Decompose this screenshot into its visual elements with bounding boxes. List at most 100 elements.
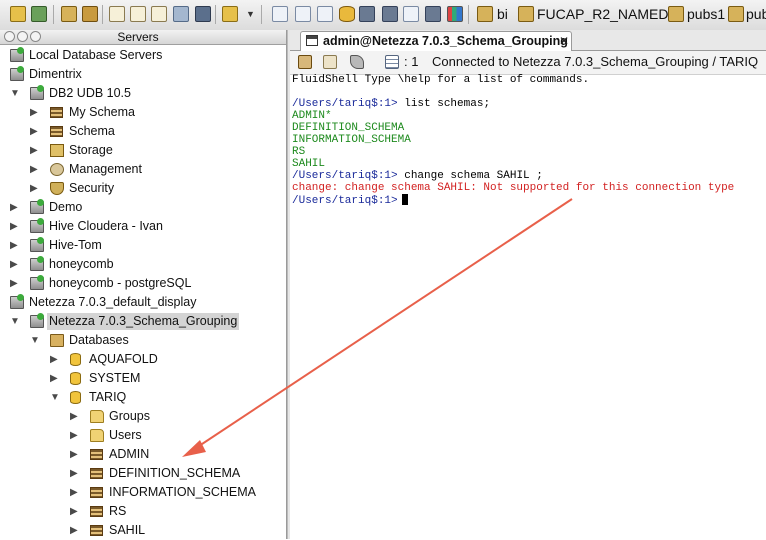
tree-row[interactable]: ▶ RS (0, 502, 286, 521)
console-text: ADMIN* (292, 110, 332, 122)
tree-row[interactable]: ▶ Management (0, 160, 286, 179)
query-builder-icon[interactable] (130, 6, 146, 22)
tree-row[interactable]: ▶ My Schema (0, 103, 286, 122)
expand-arrow-icon[interactable]: ▶ (10, 255, 18, 274)
copy-icon[interactable] (323, 55, 337, 69)
expand-arrow-icon[interactable]: ▶ (70, 502, 78, 521)
tree-row[interactable]: Dimentrix (0, 65, 286, 84)
expand-arrow-icon[interactable]: ▶ (50, 369, 58, 388)
tree-row[interactable]: Local Database Servers (0, 46, 286, 65)
database-icon[interactable] (339, 6, 355, 22)
fluidshell-console[interactable]: FluidShell Type \help for a list of comm… (290, 74, 766, 539)
tree-row[interactable]: ▶ AQUAFOLD (0, 350, 286, 369)
shell-toolbar: : 1 Connected to Netezza 7.0.3_Schema_Gr… (290, 51, 766, 75)
tree-row[interactable]: ▼ DB2 UDB 10.5 (0, 84, 286, 103)
expand-arrow-icon[interactable]: ▶ (10, 236, 18, 255)
tree-row[interactable]: ▶ Users (0, 426, 286, 445)
schema-compare-icon[interactable] (82, 6, 98, 22)
tree-row[interactable]: ▼ TARIQ (0, 388, 286, 407)
table-data-editor-icon[interactable] (151, 6, 167, 22)
collapse-arrow-icon[interactable]: ▼ (50, 388, 60, 407)
tree-item-label: Storage (69, 143, 113, 157)
connection-fucap-label[interactable]: FUCAP_R2_NAMED (537, 6, 668, 22)
tree-row[interactable]: ▶ SAHIL (0, 521, 286, 540)
shell-count: : 1 (404, 54, 419, 69)
server-icon (30, 85, 44, 100)
expand-arrow-icon[interactable]: ▶ (70, 483, 78, 502)
form-icon[interactable] (403, 6, 419, 22)
console-text: RS (292, 146, 306, 158)
tree-row[interactable]: Netezza 7.0.3_default_display (0, 293, 286, 312)
connection-bi-label[interactable]: bi (497, 6, 508, 22)
file-icon[interactable] (222, 6, 238, 22)
gear-icon (50, 163, 64, 176)
console-line: SAHIL (292, 158, 325, 170)
tree-row[interactable]: ▼ Databases (0, 331, 286, 350)
expand-arrow-icon[interactable]: ▶ (10, 217, 18, 236)
close-tab-button[interactable]: ✕ (559, 32, 569, 51)
grid-view-icon[interactable] (359, 6, 375, 22)
connection-pub-icon[interactable] (728, 6, 744, 22)
tree-row[interactable]: ▶ honeycomb - postgreSQL (0, 274, 286, 293)
console-text: DEFINITION_SCHEMA (292, 122, 405, 134)
collapse-arrow-icon[interactable]: ▼ (10, 84, 20, 103)
tree-row[interactable]: ▶ ADMIN (0, 445, 286, 464)
expand-arrow-icon[interactable]: ▶ (70, 426, 78, 445)
connection-bi-icon[interactable] (477, 6, 493, 22)
server-icon (30, 275, 44, 290)
expand-arrow-icon[interactable]: ▶ (30, 141, 38, 160)
tree-row[interactable]: ▶ Schema (0, 122, 286, 141)
connection-fucap-icon[interactable] (518, 6, 534, 22)
connection-pubs1-label[interactable]: pubs1 (687, 6, 725, 22)
tree-item-label: SYSTEM (89, 371, 141, 385)
console-line: /Users/tariq$:1> list schemas; (292, 98, 490, 110)
server-icon (10, 294, 24, 309)
tree-row[interactable]: ▶ DEFINITION_SCHEMA (0, 464, 286, 483)
query-window-icon[interactable] (109, 6, 125, 22)
tree-row[interactable]: ▼ Netezza 7.0.3_Schema_Grouping (0, 312, 286, 331)
chevron-down-icon[interactable]: ▼ (246, 9, 255, 19)
server-icon (30, 256, 44, 271)
connection-pub-label[interactable]: pub (746, 6, 766, 22)
schema-icon (50, 126, 63, 137)
connection-pubs1-icon[interactable] (668, 6, 684, 22)
tree-row[interactable]: ▶ honeycomb (0, 255, 286, 274)
tree-row[interactable]: ▶ Security (0, 179, 286, 198)
cut-icon[interactable] (298, 55, 312, 69)
shell-list-icon[interactable] (385, 55, 399, 69)
import-icon[interactable] (173, 6, 189, 22)
expand-arrow-icon[interactable]: ▶ (10, 198, 18, 217)
expand-arrow-icon[interactable]: ▶ (30, 160, 38, 179)
diagram-icon[interactable] (425, 6, 441, 22)
expand-arrow-icon[interactable]: ▶ (30, 179, 38, 198)
table-icon[interactable] (317, 6, 333, 22)
history-icon[interactable] (382, 6, 398, 22)
expand-arrow-icon[interactable]: ▶ (70, 407, 78, 426)
register-server-icon[interactable] (31, 6, 47, 22)
tree-item-label: Hive Cloudera - Ivan (49, 219, 163, 233)
tree-row[interactable]: ▶ Storage (0, 141, 286, 160)
collapse-arrow-icon[interactable]: ▼ (10, 312, 20, 331)
expand-arrow-icon[interactable]: ▶ (50, 350, 58, 369)
tree-row[interactable]: ▶ Hive-Tom (0, 236, 286, 255)
expand-arrow-icon[interactable]: ▶ (70, 464, 78, 483)
expand-arrow-icon[interactable]: ▶ (30, 103, 38, 122)
expand-arrow-icon[interactable]: ▶ (70, 445, 78, 464)
connect-icon[interactable] (10, 6, 26, 22)
window-icon[interactable] (272, 6, 288, 22)
expand-arrow-icon[interactable]: ▶ (70, 521, 78, 540)
collapse-arrow-icon[interactable]: ▼ (30, 331, 40, 350)
grid-icon[interactable] (295, 6, 311, 22)
tree-row[interactable]: ▶ Groups (0, 407, 286, 426)
tab-fluidshell[interactable]: admin@Netezza 7.0.3_Schema_Grouping ✕ (300, 31, 572, 51)
execute-icon[interactable] (350, 55, 364, 69)
tree-row[interactable]: ▶ Hive Cloudera - Ivan (0, 217, 286, 236)
expand-arrow-icon[interactable]: ▶ (30, 122, 38, 141)
expand-arrow-icon[interactable]: ▶ (10, 274, 18, 293)
schema-browser-icon[interactable] (61, 6, 77, 22)
tree-row[interactable]: ▶ Demo (0, 198, 286, 217)
export-icon[interactable] (195, 6, 211, 22)
tree-row[interactable]: ▶ SYSTEM (0, 369, 286, 388)
chart-icon[interactable] (447, 6, 463, 22)
tree-row[interactable]: ▶ INFORMATION_SCHEMA (0, 483, 286, 502)
